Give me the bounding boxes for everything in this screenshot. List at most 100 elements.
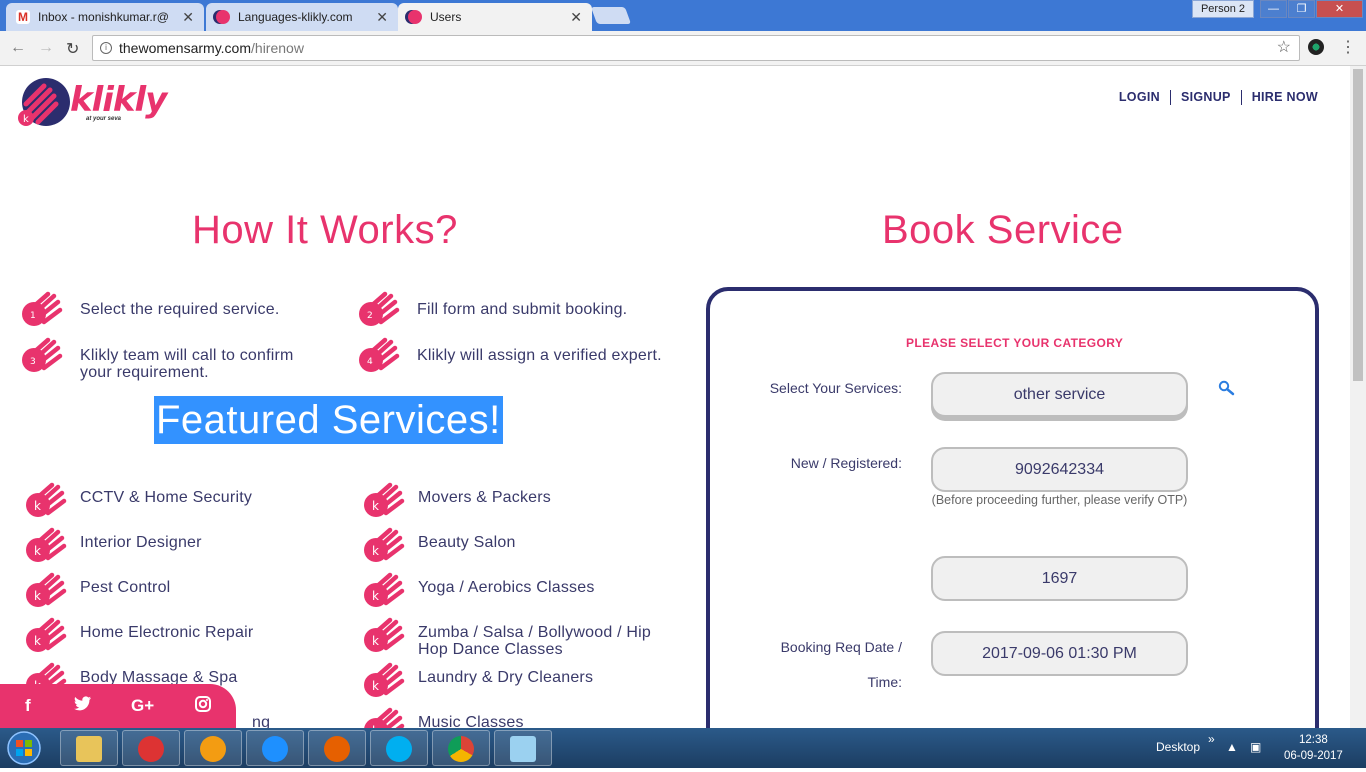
clock-time: 12:38 bbox=[1299, 734, 1328, 746]
svg-text:k: k bbox=[34, 589, 41, 603]
service-item[interactable]: Movers & Packers bbox=[418, 489, 658, 506]
logo-wordmark: klikly bbox=[70, 80, 167, 120]
service-k-icon: k bbox=[362, 659, 406, 704]
signup-link[interactable]: SIGNUP bbox=[1171, 90, 1241, 105]
phone-input[interactable]: 9092642334 bbox=[931, 447, 1188, 492]
svg-text:k: k bbox=[372, 589, 379, 603]
tab-users[interactable]: Users ✕ bbox=[398, 3, 592, 31]
skype-icon[interactable] bbox=[370, 730, 428, 766]
service-item[interactable]: Music Classes bbox=[418, 714, 658, 728]
file-explorer-icon[interactable] bbox=[60, 730, 118, 766]
service-item[interactable]: Yoga / Aerobics Classes bbox=[418, 579, 658, 596]
address-bar[interactable]: i thewomensarmy.com/hirenow ☆ bbox=[92, 35, 1300, 61]
facebook-icon[interactable]: f bbox=[25, 696, 31, 716]
svg-text:3: 3 bbox=[30, 357, 36, 367]
login-link[interactable]: LOGIN bbox=[1109, 90, 1170, 105]
otp-input[interactable]: 1697 bbox=[931, 556, 1188, 601]
step-number-icon: 1 bbox=[20, 288, 64, 333]
top-navigation: LOGIN SIGNUP HIRE NOW bbox=[1109, 90, 1328, 105]
page-content: k klikly at your seva LOGIN SIGNUP HIRE … bbox=[0, 66, 1350, 728]
service-k-icon: k bbox=[362, 479, 406, 524]
firefox-icon[interactable] bbox=[308, 730, 366, 766]
hire-now-link[interactable]: HIRE NOW bbox=[1242, 90, 1328, 105]
date-label: Booking Req Date / bbox=[780, 639, 902, 655]
svg-text:k: k bbox=[23, 114, 29, 125]
twitter-icon[interactable] bbox=[74, 696, 92, 716]
tab-label: Inbox - monishkumar.r@ bbox=[38, 10, 169, 24]
service-k-icon: k bbox=[362, 524, 406, 569]
menu-icon[interactable]: ⋮ bbox=[1340, 37, 1356, 57]
step-text: Fill form and submit booking. bbox=[417, 301, 628, 318]
phone-label: New / Registered: bbox=[790, 455, 902, 471]
internet-explorer-icon[interactable] bbox=[246, 730, 304, 766]
search-icon[interactable] bbox=[1218, 380, 1236, 401]
svg-text:k: k bbox=[372, 544, 379, 558]
featured-services-title: Featured Services! bbox=[154, 396, 503, 444]
network-icon[interactable]: ▣ bbox=[1250, 740, 1261, 754]
browser-titlebar: M Inbox - monishkumar.r@ ✕ Languages-kli… bbox=[0, 0, 1366, 31]
service-item[interactable]: Zumba / Salsa / Bollywood / Hip Hop Danc… bbox=[418, 624, 658, 658]
step-text: Select the required service. bbox=[80, 301, 280, 318]
booking-date-input[interactable]: 2017-09-06 01:30 PM bbox=[931, 631, 1188, 676]
time-label: Time: bbox=[867, 674, 902, 690]
scrollbar-thumb[interactable] bbox=[1353, 69, 1363, 381]
info-icon[interactable]: i bbox=[100, 42, 112, 54]
minimize-icon[interactable]: — bbox=[1260, 0, 1287, 18]
social-bar: f G+ bbox=[0, 684, 236, 728]
close-window-icon[interactable]: ✕ bbox=[1316, 0, 1363, 18]
service-k-icon: k bbox=[362, 704, 406, 728]
notepad-icon[interactable] bbox=[494, 730, 552, 766]
svg-text:k: k bbox=[34, 544, 41, 558]
google-plus-icon[interactable]: G+ bbox=[131, 696, 154, 716]
book-service-title: Book Service bbox=[882, 208, 1124, 252]
extension-icon[interactable] bbox=[1308, 39, 1324, 55]
svg-text:k: k bbox=[34, 634, 41, 648]
app-icon[interactable] bbox=[184, 730, 242, 766]
service-item[interactable]: Home Electronic Repair bbox=[80, 624, 320, 641]
desktop-toolbar-label[interactable]: Desktop bbox=[1156, 740, 1200, 754]
page-scrollbar[interactable] bbox=[1350, 66, 1366, 728]
tab-inbox[interactable]: M Inbox - monishkumar.r@ ✕ bbox=[6, 3, 204, 31]
ccleaner-icon[interactable] bbox=[122, 730, 180, 766]
close-icon[interactable]: ✕ bbox=[182, 9, 194, 26]
svg-text:2: 2 bbox=[367, 311, 373, 321]
close-icon[interactable]: ✕ bbox=[570, 9, 582, 26]
chrome-icon[interactable] bbox=[432, 730, 490, 766]
service-item[interactable]: Beauty Salon bbox=[418, 534, 658, 551]
service-item[interactable]: Laundry & Dry Cleaners bbox=[418, 669, 658, 686]
bookmark-star-icon[interactable]: ☆ bbox=[1277, 36, 1291, 60]
service-k-icon: k bbox=[362, 614, 406, 659]
new-tab-button[interactable] bbox=[590, 7, 632, 24]
system-clock[interactable]: 12:38 06-09-2017 bbox=[1284, 732, 1343, 764]
toolbar-expand-icon[interactable]: » bbox=[1208, 732, 1215, 746]
url-host: thewomensarmy.com bbox=[119, 40, 252, 56]
forward-icon[interactable]: → bbox=[38, 39, 54, 57]
service-item[interactable]: CCTV & Home Security bbox=[80, 489, 320, 506]
svg-text:4: 4 bbox=[367, 357, 373, 367]
instagram-icon[interactable] bbox=[195, 696, 211, 717]
logo-tagline: at your seva bbox=[86, 116, 122, 122]
klikly-favicon bbox=[216, 10, 230, 24]
klikly-logo[interactable]: k bbox=[16, 76, 72, 137]
tab-languages[interactable]: Languages-klikly.com ✕ bbox=[206, 3, 398, 31]
logo-hand-icon: k bbox=[18, 78, 70, 126]
step-text: Klikly team will call to confirm your re… bbox=[80, 347, 294, 381]
start-button[interactable] bbox=[2, 729, 54, 767]
tab-label: Users bbox=[430, 10, 462, 24]
browser-toolbar: ← → ↻ i thewomensarmy.com/hirenow ☆ ⋮ bbox=[0, 31, 1366, 66]
close-icon[interactable]: ✕ bbox=[376, 9, 388, 26]
profile-button[interactable]: Person 2 bbox=[1191, 0, 1254, 18]
tab-label: Languages-klikly.com bbox=[238, 10, 353, 24]
service-k-icon: k bbox=[362, 569, 406, 614]
reload-icon[interactable]: ↻ bbox=[66, 39, 79, 59]
service-item[interactable]: Pest Control bbox=[80, 579, 320, 596]
service-select[interactable]: other service bbox=[931, 372, 1188, 417]
service-item[interactable]: Interior Designer bbox=[80, 534, 320, 551]
klikly-favicon bbox=[408, 10, 422, 24]
step-text: Klikly will assign a verified expert. bbox=[417, 347, 662, 364]
how-it-works-title: How It Works? bbox=[192, 208, 458, 252]
back-icon[interactable]: ← bbox=[10, 39, 26, 57]
step-number-icon: 4 bbox=[357, 334, 401, 379]
maximize-icon[interactable]: ❐ bbox=[1288, 0, 1315, 18]
tray-up-arrow-icon[interactable]: ▲ bbox=[1226, 740, 1238, 754]
